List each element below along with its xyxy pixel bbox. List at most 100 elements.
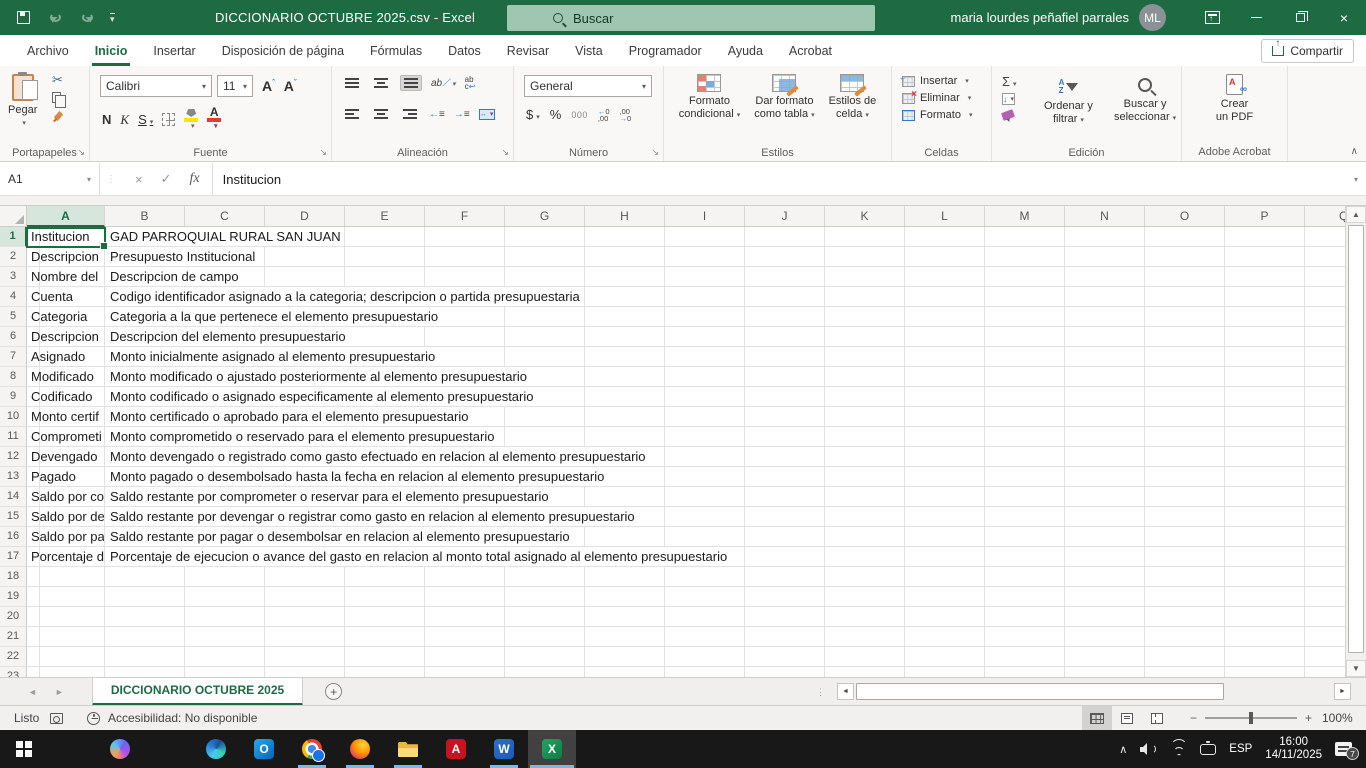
increase-indent-button[interactable]: →≡ — [454, 109, 470, 120]
taskbar-internet-explorer-button[interactable] — [144, 730, 192, 768]
cell-A2[interactable]: Descripcion — [27, 247, 104, 266]
autosum-button[interactable]: Σ — [1002, 74, 1017, 89]
alignment-dialog-launcher[interactable]: ↘ — [501, 147, 509, 158]
column-header-M[interactable]: M — [985, 206, 1065, 227]
cell-B15[interactable]: Saldo restante por devengar o registrar … — [108, 507, 638, 526]
cell-A7[interactable]: Asignado — [27, 347, 104, 366]
column-header-K[interactable]: K — [825, 206, 905, 227]
align-left-button[interactable] — [342, 107, 362, 121]
column-header-A[interactable]: A — [27, 206, 105, 227]
cell-B17[interactable]: Porcentaje de ejecucion o avance del gas… — [108, 547, 730, 566]
cell-B10[interactable]: Monto certificado o aprobado para el ele… — [108, 407, 471, 426]
cell-B9[interactable]: Monto codificado o asignado especificame… — [108, 387, 536, 406]
minimize-button[interactable] — [1234, 0, 1278, 35]
row-header-13[interactable]: 13 — [0, 467, 27, 487]
scroll-right-arrow[interactable]: ► — [1334, 683, 1351, 700]
cell-B6[interactable]: Descripcion del elemento presupuestario — [108, 327, 349, 346]
tab-acrobat[interactable]: Acrobat — [776, 35, 845, 66]
fill-color-button[interactable] — [184, 109, 198, 130]
row-header-23[interactable]: 23 — [0, 667, 27, 677]
tab-inicio[interactable]: Inicio — [82, 35, 141, 66]
cell-B1[interactable]: GAD PARROQUIAL RURAL SAN JUAN — [108, 227, 344, 246]
sheet-tab[interactable]: DICCIONARIO OCTUBRE 2025 — [92, 678, 303, 706]
wifi-icon[interactable] — [1170, 743, 1187, 756]
row-header-5[interactable]: 5 — [0, 307, 27, 327]
tab-programador[interactable]: Programador — [616, 35, 715, 66]
font-color-button[interactable]: A — [207, 107, 221, 132]
column-header-O[interactable]: O — [1145, 206, 1225, 227]
tab-ayuda[interactable]: Ayuda — [715, 35, 776, 66]
clipboard-dialog-launcher[interactable]: ↘ — [77, 147, 85, 158]
number-dialog-launcher[interactable]: ↘ — [651, 147, 659, 158]
wrap-text-button[interactable]: abc↩ — [465, 76, 476, 90]
zoom-slider-thumb[interactable] — [1249, 712, 1253, 724]
name-box[interactable]: A1▾ — [0, 163, 100, 195]
decrease-font-button[interactable]: Aˇ — [284, 78, 297, 94]
insert-cells-button[interactable]: Insertar — [902, 75, 991, 87]
language-indicator[interactable]: ESP — [1229, 743, 1252, 755]
enter-button[interactable]: ✓ — [161, 171, 172, 187]
column-header-F[interactable]: F — [425, 206, 505, 227]
column-header-N[interactable]: N — [1065, 206, 1145, 227]
row-header-12[interactable]: 12 — [0, 447, 27, 467]
tab-scrollbar-splitter[interactable]: ⋮ — [816, 688, 825, 696]
undo-button[interactable] — [46, 9, 64, 27]
cell-A1[interactable]: Institucion — [27, 227, 104, 246]
tab-vista[interactable]: Vista — [562, 35, 616, 66]
orientation-button[interactable]: ab⟋ — [431, 78, 456, 89]
cell-A8[interactable]: Modificado — [27, 367, 104, 386]
row-header-3[interactable]: 3 — [0, 267, 27, 287]
cell-A17[interactable]: Porcentaje d — [27, 547, 104, 566]
row-header-15[interactable]: 15 — [0, 507, 27, 527]
cell-A13[interactable]: Pagado — [27, 467, 104, 486]
row-header-21[interactable]: 21 — [0, 627, 27, 647]
cut-button[interactable]: ✂ — [52, 74, 63, 86]
column-header-I[interactable]: I — [665, 206, 745, 227]
formula-bar-splitter[interactable]: ⋮ — [100, 174, 123, 185]
row-header-19[interactable]: 19 — [0, 587, 27, 607]
row-header-14[interactable]: 14 — [0, 487, 27, 507]
notifications-icon[interactable]: 7 — [1335, 742, 1352, 756]
page-layout-view-button[interactable] — [1112, 706, 1142, 731]
percent-format-button[interactable]: % — [550, 107, 562, 122]
row-header-1[interactable]: 1 — [0, 227, 27, 247]
meet-now-icon[interactable] — [1200, 744, 1216, 755]
cell-B2[interactable]: Presupuesto Institucional — [108, 247, 258, 266]
next-sheet-arrow[interactable]: ► — [55, 687, 64, 697]
cell-A6[interactable]: Descripcion — [27, 327, 104, 346]
underline-button[interactable]: S — [138, 112, 153, 127]
column-header-J[interactable]: J — [745, 206, 825, 227]
clock[interactable]: 16:00 14/11/2025 — [1265, 736, 1322, 762]
clear-button[interactable] — [1001, 109, 1015, 121]
taskbar-file-explorer-button[interactable] — [384, 730, 432, 768]
expand-formula-bar-button[interactable]: ▾ — [1354, 175, 1366, 184]
tab-disposición-de-página[interactable]: Disposición de página — [209, 35, 357, 66]
format-painter-button[interactable] — [52, 109, 65, 122]
close-button[interactable]: × — [1322, 0, 1366, 35]
accessibility-status[interactable]: Accesibilidad: No disponible — [108, 711, 257, 725]
tab-archivo[interactable]: Archivo — [14, 35, 82, 66]
create-pdf-button[interactable]: Crear — [1221, 98, 1249, 111]
cell-B7[interactable]: Monto inicialmente asignado al elemento … — [108, 347, 438, 366]
row-header-17[interactable]: 17 — [0, 547, 27, 567]
cell-B13[interactable]: Monto pagado o desembolsado hasta la fec… — [108, 467, 607, 486]
cell-A11[interactable]: Comprometi — [27, 427, 104, 446]
cell-B4[interactable]: Codigo identificador asignado a la categ… — [108, 287, 583, 306]
formula-content[interactable]: Institucion — [213, 172, 1354, 187]
cell-B12[interactable]: Monto devengado o registrado como gasto … — [108, 447, 649, 466]
taskbar-word-button[interactable] — [480, 730, 528, 768]
page-break-view-button[interactable] — [1142, 706, 1172, 731]
cell-B14[interactable]: Saldo restante por comprometer o reserva… — [108, 487, 552, 506]
cell-A10[interactable]: Monto certif — [27, 407, 104, 426]
taskbar-excel-button[interactable] — [528, 730, 576, 768]
scroll-up-arrow[interactable]: ▲ — [1346, 206, 1366, 223]
taskbar-start-button[interactable] — [0, 730, 48, 768]
column-header-E[interactable]: E — [345, 206, 425, 227]
currency-format-button[interactable]: $ — [526, 107, 540, 122]
row-header-4[interactable]: 4 — [0, 287, 27, 307]
row-header-20[interactable]: 20 — [0, 607, 27, 627]
row-header-22[interactable]: 22 — [0, 647, 27, 667]
format-as-table-button[interactable]: Dar formato como tabla — [754, 74, 814, 122]
cell-A12[interactable]: Devengado — [27, 447, 104, 466]
taskbar-firefox-button[interactable] — [336, 730, 384, 768]
